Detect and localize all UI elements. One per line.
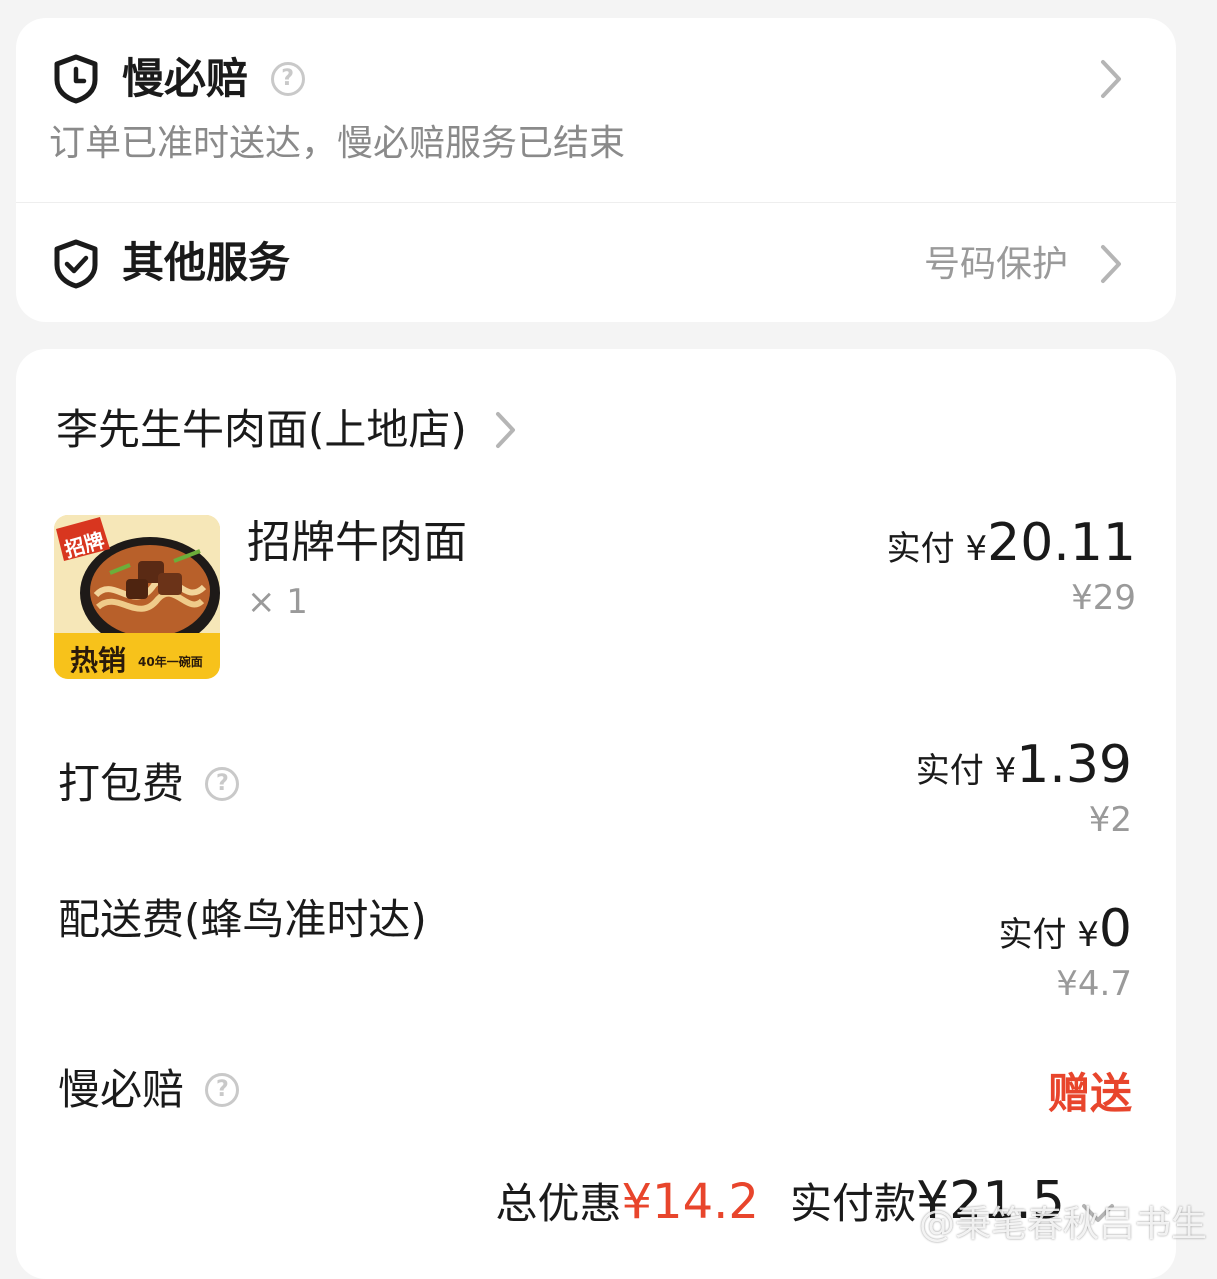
original-price: ¥2: [1089, 803, 1132, 837]
item-thumbnail[interactable]: 招牌 热销 40年一碗面: [54, 515, 220, 679]
gift-label: 赠送: [1048, 1073, 1132, 1115]
shop-name-link[interactable]: 李先生牛肉面(上地店): [56, 409, 518, 451]
number-protection-label[interactable]: 号码保护: [924, 247, 1068, 283]
packaging-fee-label: 打包费: [58, 759, 184, 808]
delivery-fee-label: 配送费(蜂鸟准时达): [58, 899, 427, 941]
slow-comp-label: 慢必赔: [58, 1065, 184, 1114]
paid-amount: 0: [1099, 899, 1132, 959]
paid-amount: 1.39: [1016, 735, 1132, 795]
thumb-slogan: 40年一碗面: [138, 653, 203, 670]
chevron-right-icon[interactable]: [1098, 243, 1124, 285]
paid-amount: 20.11: [987, 513, 1136, 573]
delivery-fee-paid: 实付 ¥0: [998, 903, 1132, 955]
original-price: ¥4.7: [1056, 967, 1132, 1001]
item-paid: 实付 ¥20.11: [887, 517, 1136, 569]
packaging-fee-row: 打包费 ?: [58, 763, 239, 805]
total-discount-label: 总优惠: [495, 1179, 621, 1228]
item-quantity: × 1: [247, 585, 308, 619]
help-icon[interactable]: ?: [205, 1073, 239, 1107]
help-icon[interactable]: ?: [271, 62, 305, 96]
services-card: 慢必赔 ? 订单已准时送达，慢必赔服务已结束 其他服务 号码保护: [16, 18, 1176, 322]
paid-label: 实付 ¥: [916, 751, 1016, 791]
other-services-row[interactable]: 其他服务 号码保护: [16, 203, 1176, 322]
other-services-title: 其他服务: [122, 242, 290, 284]
slow-compensation-subtitle: 订单已准时送达，慢必赔服务已结束: [49, 126, 625, 162]
total-discount-amount: ¥14.2: [622, 1174, 759, 1230]
chevron-right-icon: [494, 410, 518, 450]
packaging-fee-paid: 实付 ¥1.39: [916, 739, 1132, 791]
order-card: 李先生牛肉面(上地店) 招牌 热销 40年一碗面 招牌牛肉面 × 1 实付 ¥2…: [16, 349, 1176, 1279]
shop-name: 李先生牛肉面(上地店): [56, 405, 467, 454]
slow-comp-row: 慢必赔 ?: [58, 1069, 239, 1111]
clock-shield-icon: [52, 54, 100, 104]
original-price: ¥29: [1071, 581, 1136, 615]
thumb-hot-label: 热销: [70, 639, 126, 679]
slow-compensation-title: 慢必赔: [122, 54, 248, 103]
slow-compensation-row[interactable]: 慢必赔 ? 订单已准时送达，慢必赔服务已结束: [16, 18, 1176, 202]
chevron-right-icon[interactable]: [1098, 58, 1124, 100]
check-shield-icon: [52, 239, 100, 289]
paid-label: 实付 ¥: [887, 529, 987, 569]
paid-total-label: 实付款: [790, 1179, 916, 1228]
paid-label: 实付 ¥: [998, 915, 1098, 955]
help-icon[interactable]: ?: [205, 767, 239, 801]
watermark: @秉笔春秋吕书生: [919, 1207, 1207, 1243]
item-name[interactable]: 招牌牛肉面: [247, 521, 467, 565]
